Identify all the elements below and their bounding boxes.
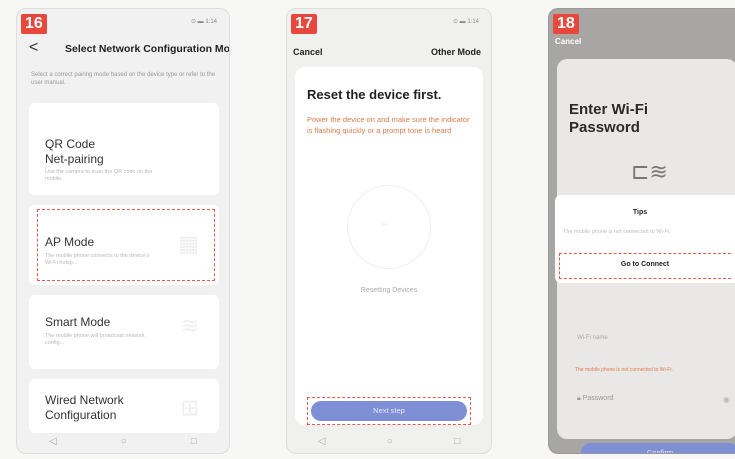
mode-name: Wired Network Configuration bbox=[45, 393, 124, 422]
dialog-message: The mobile phone is not connected to Wi-… bbox=[563, 229, 671, 235]
back-nav-icon[interactable]: ◁ bbox=[318, 436, 326, 447]
highlight-go-to-connect bbox=[559, 253, 731, 279]
device-illustration: ◦◦ bbox=[347, 185, 431, 269]
screen-select-network-mode: 16 ⊙ ▬ 1:14 < Select Network Configurati… bbox=[16, 8, 230, 454]
cancel-button[interactable]: Cancel bbox=[555, 37, 581, 46]
status-bar: ⊙ ▬ 1:14 bbox=[452, 19, 479, 25]
android-navbar: ◁ ○ □ bbox=[287, 429, 491, 453]
highlight-next-step bbox=[307, 397, 471, 425]
back-icon[interactable]: < bbox=[29, 39, 38, 57]
router-icon: ⊏≋ bbox=[631, 159, 668, 184]
dialog-title: Tips bbox=[632, 209, 648, 216]
network-icon: ⊞ bbox=[180, 395, 199, 420]
screen-enter-wifi-password: 18 Cancel Enter Wi-Fi Password ⊏≋ Wi-Fi … bbox=[548, 8, 735, 454]
eye-icon[interactable]: ◉ bbox=[723, 395, 730, 404]
cancel-button[interactable]: Cancel bbox=[293, 47, 323, 57]
wifi-name-field[interactable]: Wi-Fi name bbox=[577, 335, 608, 341]
mode-description: Use the camera to scan the QR code on th… bbox=[45, 169, 153, 182]
mode-name: Smart Mode bbox=[45, 315, 111, 329]
page-title: Select Network Configuration Mo... bbox=[65, 43, 230, 55]
mode-card-qr[interactable]: QR Code Net-pairing Use the camera to sc… bbox=[29, 103, 219, 195]
home-nav-icon[interactable]: ○ bbox=[387, 436, 393, 447]
back-nav-icon[interactable]: ◁ bbox=[49, 436, 57, 447]
lock-icon: 🔒︎ bbox=[577, 395, 581, 402]
status-bar: ⊙ ▬ 1:14 bbox=[190, 19, 217, 25]
recents-nav-icon[interactable]: □ bbox=[454, 436, 460, 447]
page-description: Select a correct pairing mode based on t… bbox=[31, 72, 216, 86]
step-badge: 16 bbox=[21, 14, 47, 34]
reset-card: Reset the device first. Power the device… bbox=[295, 67, 483, 425]
wifi-icon: ≋ bbox=[180, 313, 199, 338]
step-badge: 17 bbox=[291, 14, 317, 34]
reset-heading: Reset the device first. bbox=[307, 87, 442, 102]
mode-card-wired[interactable]: Wired Network Configuration ⊞ bbox=[29, 379, 219, 433]
step-badge: 18 bbox=[553, 14, 579, 34]
android-navbar: ◁ ○ □ bbox=[17, 429, 229, 453]
mode-name: QR Code Net-pairing bbox=[45, 137, 104, 166]
reset-instructions: Power the device on and make sure the in… bbox=[307, 115, 470, 135]
confirm-button[interactable]: Confirm bbox=[581, 443, 735, 453]
screen-reset-device: 17 ⊙ ▬ 1:14 Cancel Other Mode Reset the … bbox=[286, 8, 492, 454]
recents-nav-icon[interactable]: □ bbox=[191, 436, 197, 447]
other-mode-button[interactable]: Other Mode bbox=[431, 47, 481, 57]
home-nav-icon[interactable]: ○ bbox=[121, 436, 127, 447]
highlight-ap-mode bbox=[37, 209, 215, 281]
power-icon: ◦◦ bbox=[382, 220, 388, 229]
resetting-label: Resetting Devices bbox=[360, 287, 418, 294]
password-placeholder: Password bbox=[582, 395, 614, 402]
tips-dialog: Tips The mobile phone is not connected t… bbox=[555, 195, 735, 283]
mode-card-smart[interactable]: Smart Mode The mobile phone will broadca… bbox=[29, 295, 219, 369]
wifi-heading: Enter Wi-Fi Password bbox=[569, 101, 649, 136]
password-field[interactable]: 🔒︎ Password bbox=[577, 395, 613, 403]
not-connected-warning: The mobile phone is not connected to Wi-… bbox=[575, 367, 673, 373]
mode-description: The mobile phone will broadcast network … bbox=[45, 333, 145, 346]
